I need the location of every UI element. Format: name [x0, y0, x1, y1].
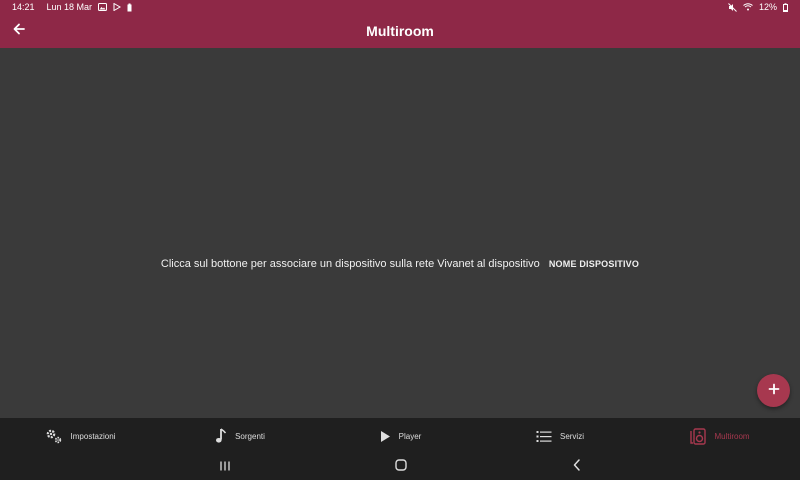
nav-item-servizi[interactable]: Servizi	[480, 418, 640, 454]
status-date: Lun 18 Mar	[46, 2, 93, 12]
mute-icon	[728, 2, 737, 12]
status-bar: 14:21 Lun 18 Mar 12%	[0, 0, 800, 14]
battery-saver-icon	[127, 3, 132, 12]
message-text: Clicca sul bottone per associare un disp…	[160, 258, 540, 270]
back-button[interactable]	[6, 18, 32, 44]
main-content: Clicca sul bottone per associare un disp…	[0, 48, 800, 418]
arrow-left-icon	[12, 22, 26, 41]
play-store-icon	[113, 3, 122, 11]
play-icon	[379, 430, 391, 443]
gears-icon	[45, 428, 63, 444]
gallery-icon	[98, 3, 108, 11]
status-time: 14:21	[12, 2, 35, 12]
speaker-icon	[690, 427, 707, 445]
nav-item-player[interactable]: Player	[320, 418, 480, 454]
nav-label: Multiroom	[714, 431, 750, 441]
recent-apps-button[interactable]	[217, 459, 233, 475]
nav-label: Servizi	[559, 431, 584, 441]
system-navigation-bar	[0, 454, 800, 480]
empty-state-message: Clicca sul bottone per associare un disp…	[0, 258, 800, 270]
nav-item-multiroom[interactable]: Multiroom	[640, 418, 800, 454]
bottom-navigation: Impostazioni Sorgenti Player Servizi Mul…	[0, 418, 800, 454]
home-button[interactable]	[393, 459, 409, 475]
music-note-icon	[215, 428, 227, 444]
nav-label: Player	[398, 431, 422, 441]
nav-label: Impostazioni	[70, 431, 116, 441]
nav-label: Sorgenti	[235, 431, 265, 441]
add-device-button[interactable]	[757, 374, 790, 407]
battery-percent: 12%	[758, 2, 777, 12]
list-icon	[536, 430, 552, 443]
wifi-icon	[743, 3, 753, 11]
home-icon	[395, 458, 407, 476]
device-name: NOME DISPOSITIVO	[548, 259, 640, 269]
status-left: 14:21 Lun 18 Mar	[12, 2, 132, 12]
nav-item-sorgenti[interactable]: Sorgenti	[160, 418, 320, 454]
recent-apps-icon	[219, 458, 231, 476]
plus-icon	[768, 382, 780, 400]
nav-item-impostazioni[interactable]: Impostazioni	[0, 418, 160, 454]
status-right: 12%	[728, 2, 788, 12]
system-back-button[interactable]	[569, 459, 585, 475]
app-bar: Multiroom	[0, 14, 800, 48]
page-title: Multiroom	[366, 23, 434, 39]
back-icon	[572, 458, 582, 476]
battery-icon	[783, 2, 788, 12]
